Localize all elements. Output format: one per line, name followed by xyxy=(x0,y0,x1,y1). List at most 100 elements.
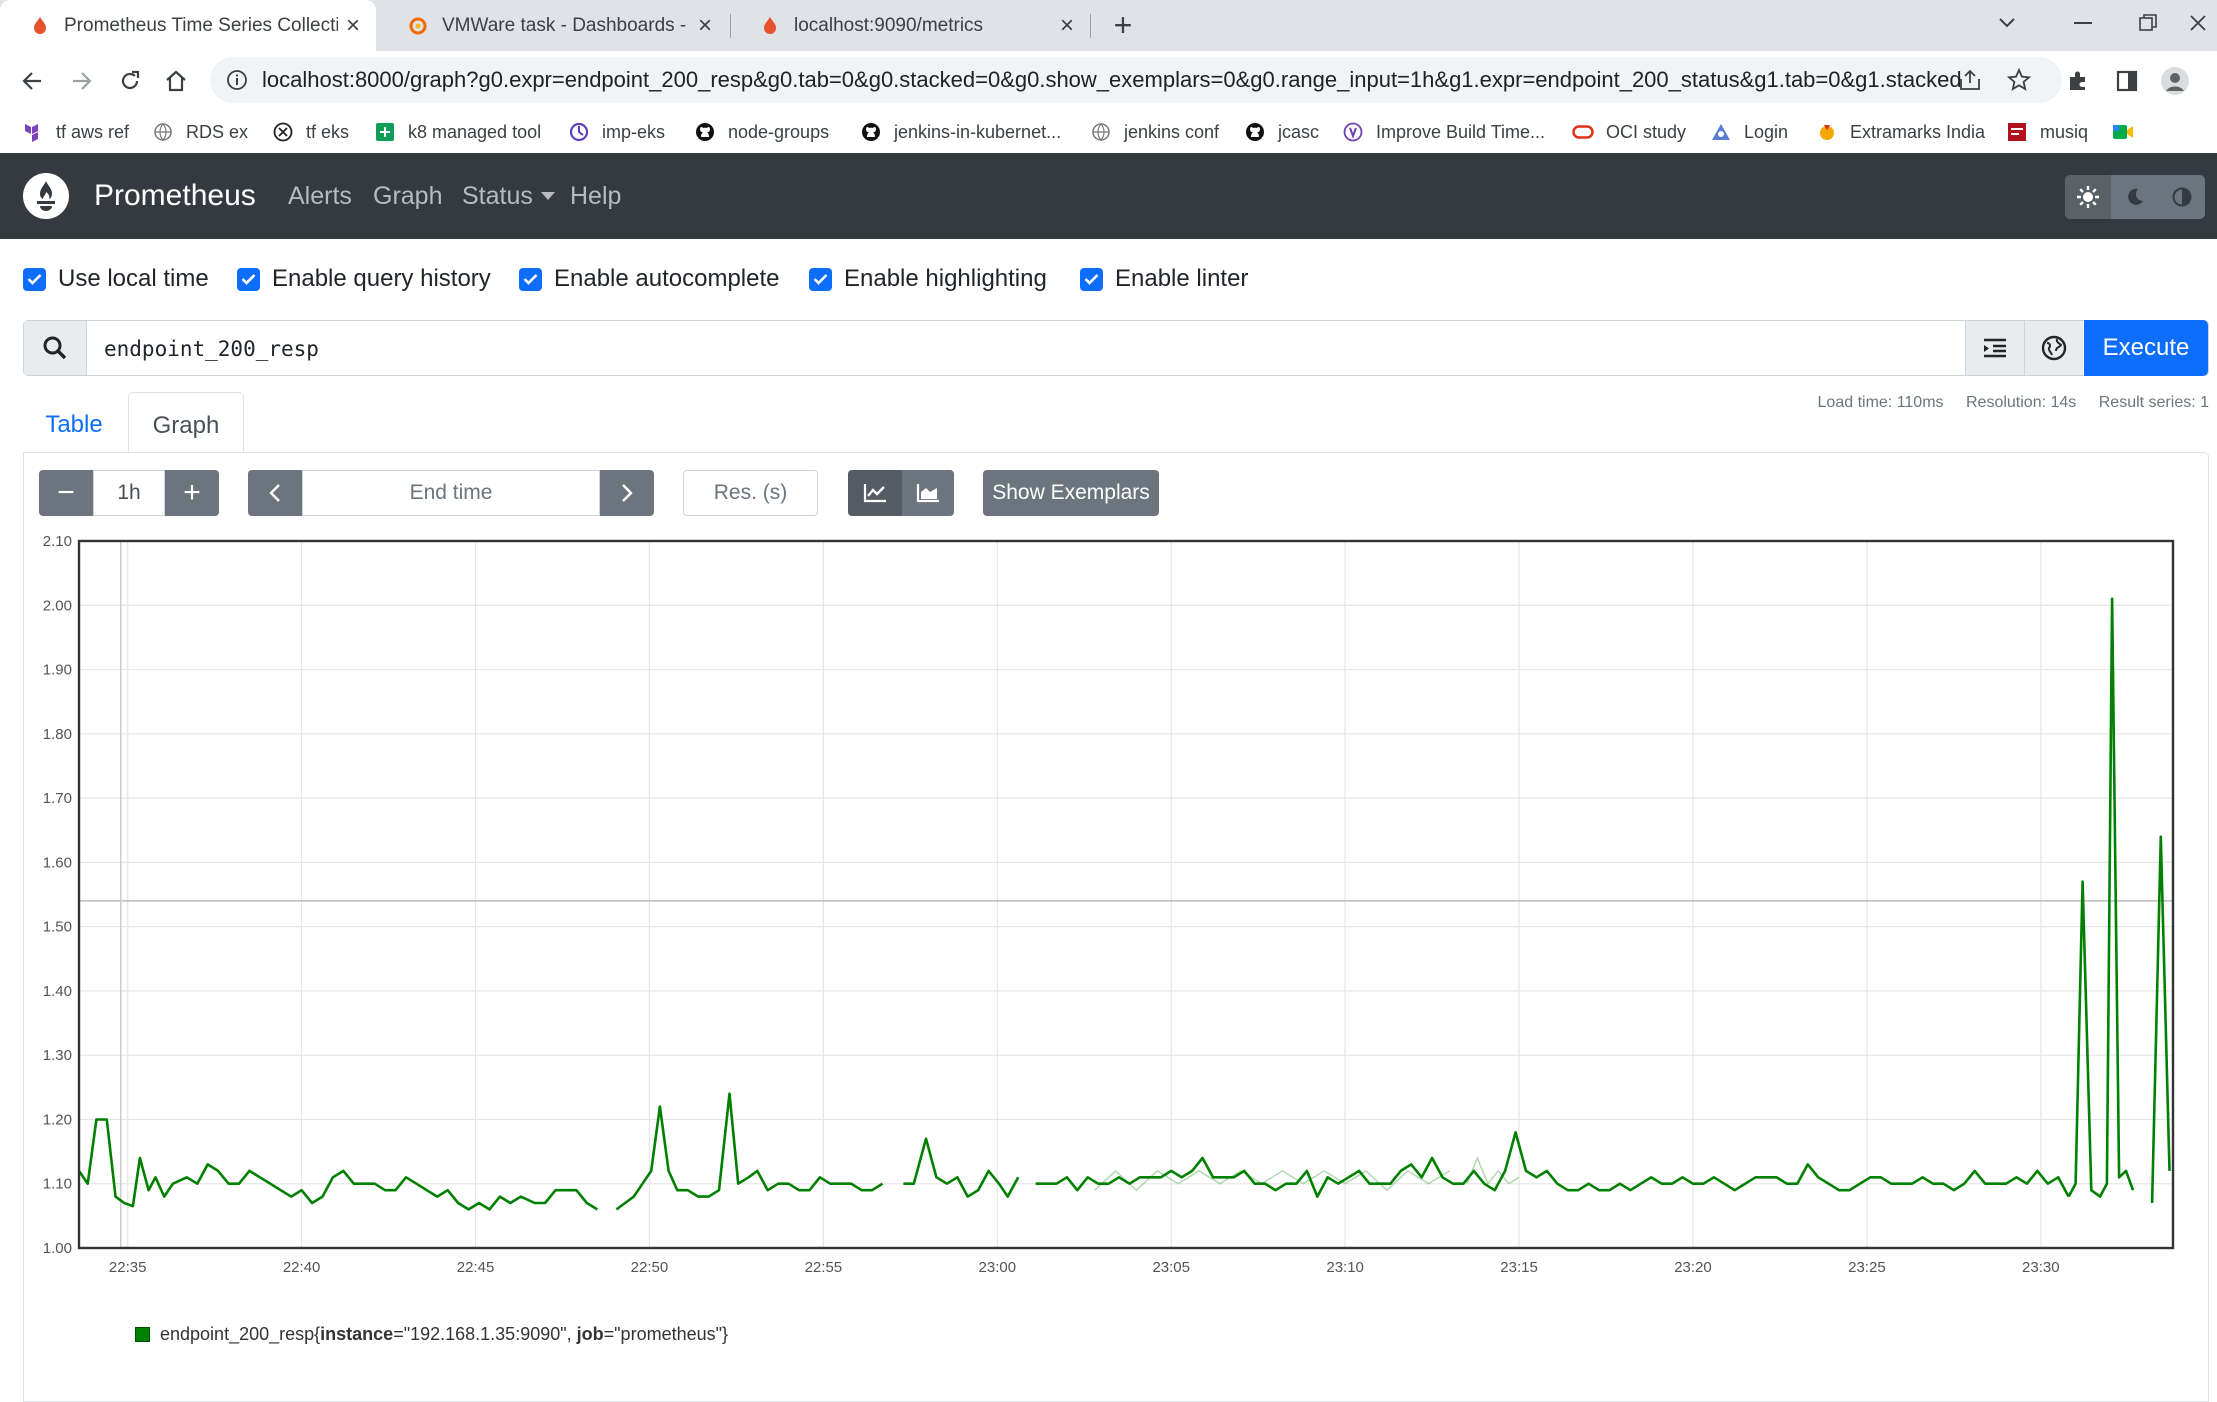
site-info-icon[interactable] xyxy=(226,69,248,91)
theme-switcher xyxy=(2065,175,2205,219)
show-exemplars-button[interactable]: Show Exemplars xyxy=(983,470,1159,516)
option-enable-autocomplete[interactable]: Enable autocomplete xyxy=(519,264,780,294)
tab-graph[interactable]: Graph xyxy=(128,392,244,452)
checkbox-checked-icon[interactable] xyxy=(519,267,542,291)
close-tab-icon[interactable]: × xyxy=(338,11,368,41)
github-icon xyxy=(694,121,716,143)
forward-icon[interactable] xyxy=(62,61,102,101)
previous-end-time-button[interactable] xyxy=(248,470,302,516)
unstacked-chart-button[interactable] xyxy=(848,470,902,516)
bookmark-jenkins-in-kubernetes[interactable]: jenkins-in-kubernet... xyxy=(860,111,1061,153)
close-tab-icon[interactable]: × xyxy=(1052,11,1082,41)
url-text[interactable]: localhost:8000/graph?g0.expr=endpoint_20… xyxy=(262,57,1962,103)
home-icon[interactable] xyxy=(156,61,196,101)
series-line-segment[interactable] xyxy=(615,1092,884,1211)
legend-label-value: "192.168.1.35:9090" xyxy=(403,1323,567,1344)
series-line-segment[interactable] xyxy=(1035,1130,2070,1198)
next-end-time-button[interactable] xyxy=(600,470,654,516)
expression-input[interactable]: endpoint_200_resp xyxy=(104,321,319,375)
resolution-input[interactable]: Res. (s) xyxy=(683,470,818,516)
end-time-input[interactable]: End time xyxy=(302,470,600,516)
bookmark-jenkins-conf[interactable]: jenkins conf xyxy=(1090,111,1219,153)
query-stats: Load time: 110ms Resolution: 14s Result … xyxy=(1800,394,2209,412)
extensions-icon[interactable] xyxy=(2058,61,2098,101)
decrease-range-button[interactable]: − xyxy=(39,470,93,516)
search-icon xyxy=(24,321,87,375)
checkbox-checked-icon[interactable] xyxy=(237,267,260,291)
bookmark-login[interactable]: Login xyxy=(1710,111,1788,153)
nav-graph[interactable]: Graph xyxy=(373,153,442,239)
plot-frame xyxy=(77,539,2175,1250)
format-expression-button[interactable] xyxy=(1965,321,2024,375)
nav-alerts[interactable]: Alerts xyxy=(288,153,352,239)
bookmark-oci-study[interactable]: OCI study xyxy=(1572,111,1686,153)
legend-item[interactable]: endpoint_200_resp { instance = "192.168.1.… xyxy=(135,1320,728,1348)
bookmark-imp-eks[interactable]: imp-eks xyxy=(568,111,665,153)
x-tick-label: 23:15 xyxy=(1500,1259,1538,1276)
bookmark-node-groups[interactable]: node-groups xyxy=(694,111,829,153)
bookmark-tf-eks[interactable]: tf eks xyxy=(272,111,349,153)
bookmark-tf-aws-ref[interactable]: tf aws ref xyxy=(22,111,129,153)
prometheus-flame-icon xyxy=(764,16,776,34)
prometheus-logo-icon[interactable] xyxy=(23,173,69,219)
reload-icon[interactable] xyxy=(110,61,150,101)
nav-status-dropdown[interactable]: Status xyxy=(462,153,555,239)
browser-tab-title: Prometheus Time Series Collection xyxy=(64,14,338,36)
chart-grid xyxy=(79,540,2173,1249)
bookmark-meet[interactable] xyxy=(2112,111,2146,153)
metrics-explorer-button[interactable] xyxy=(2024,321,2083,375)
browser-tab-vmware[interactable]: VMWare task - Dashboards - Dashboards × xyxy=(378,0,728,51)
option-enable-query-history[interactable]: Enable query history xyxy=(237,264,491,294)
restore-icon[interactable] xyxy=(2118,0,2178,45)
profile-avatar-icon[interactable] xyxy=(2155,61,2195,101)
brand-title[interactable]: Prometheus xyxy=(94,153,256,239)
x-tick-label: 22:50 xyxy=(631,1259,669,1276)
bookmark-k8-managed-tool[interactable]: k8 managed tool xyxy=(374,111,541,153)
execute-button[interactable]: Execute xyxy=(2084,320,2208,376)
new-tab-button[interactable]: + xyxy=(1100,0,1146,51)
option-enable-highlighting[interactable]: Enable highlighting xyxy=(809,264,1047,294)
option-use-local-time[interactable]: Use local time xyxy=(23,264,209,294)
option-enable-linter[interactable]: Enable linter xyxy=(1080,264,1248,294)
close-tab-icon[interactable]: × xyxy=(690,11,720,41)
browser-tab-metrics[interactable]: localhost:9090/metrics × xyxy=(730,0,1090,51)
close-window-icon[interactable] xyxy=(2178,0,2217,45)
share-icon[interactable] xyxy=(1958,69,1982,91)
light-theme-button[interactable] xyxy=(2065,175,2111,219)
tab-search-icon[interactable] xyxy=(1982,0,2032,45)
extramarks-icon xyxy=(1816,121,1838,143)
bookmark-star-icon[interactable] xyxy=(2007,68,2031,92)
bookmark-rds-ex[interactable]: RDS ex xyxy=(152,111,248,153)
circle-x-icon xyxy=(272,121,294,143)
series-line-segment[interactable] xyxy=(903,1137,1020,1198)
side-panel-icon[interactable] xyxy=(2107,61,2147,101)
address-bar[interactable]: localhost:8000/graph?g0.expr=endpoint_20… xyxy=(210,57,2062,103)
series-lines[interactable] xyxy=(77,597,2171,1211)
half-circle-icon xyxy=(2172,187,2192,207)
time-series-chart[interactable]: 1.00 1.10 1.20 1.30 1.40 1.50 1.60 1.70 1.80 1.90… xyxy=(0,520,2217,1280)
y-tick-label: 1.50 xyxy=(43,919,72,936)
bookmark-musiq[interactable]: musiq xyxy=(2006,111,2088,153)
minimize-icon[interactable] xyxy=(2048,0,2118,45)
tab-table[interactable]: Table xyxy=(23,392,125,452)
increase-range-button[interactable]: + xyxy=(165,470,219,516)
auto-theme-button[interactable] xyxy=(2159,175,2205,219)
y-tick-label: 1.10 xyxy=(43,1176,72,1193)
browser-tab-prometheus[interactable]: Prometheus Time Series Collection × xyxy=(0,0,376,51)
range-input[interactable]: 1h xyxy=(93,470,165,516)
checkbox-checked-icon[interactable] xyxy=(1080,267,1103,291)
nav-help[interactable]: Help xyxy=(570,153,621,239)
stacked-chart-button[interactable] xyxy=(902,470,954,516)
dark-theme-button[interactable] xyxy=(2112,175,2158,219)
checkbox-checked-icon[interactable] xyxy=(23,267,46,291)
bookmark-extramarks-india[interactable]: Extramarks India xyxy=(1816,111,1985,153)
back-icon[interactable] xyxy=(12,61,52,101)
checkbox-checked-icon[interactable] xyxy=(809,267,832,291)
bookmark-improve-build-time[interactable]: Improve Build Time... xyxy=(1342,111,1545,153)
series-line-segment[interactable] xyxy=(2067,597,2135,1198)
build-icon xyxy=(1342,121,1364,143)
series-line-segment[interactable] xyxy=(77,1118,598,1211)
series-line-segment[interactable] xyxy=(2150,835,2171,1204)
bookmark-jcasc[interactable]: jcasc xyxy=(1244,111,1319,153)
prometheus-flame-icon xyxy=(34,16,46,34)
